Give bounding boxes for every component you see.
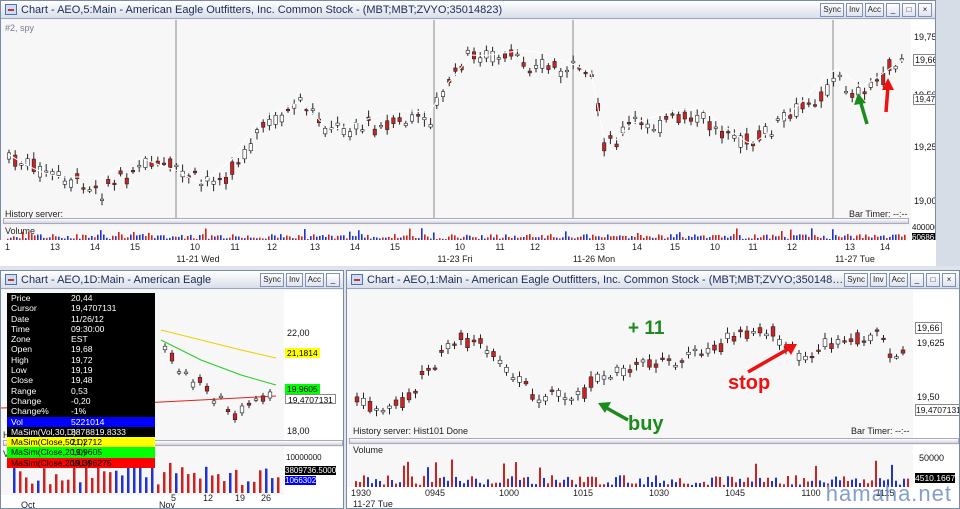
top-stop-arrow-icon	[882, 78, 894, 113]
annotation-arrows	[598, 78, 894, 422]
watermark-logo: hamaha.net	[825, 481, 952, 506]
stop-arrow-icon	[747, 344, 797, 374]
buy-arrow-icon	[598, 402, 629, 422]
top-buy-arrow-icon	[854, 93, 869, 125]
